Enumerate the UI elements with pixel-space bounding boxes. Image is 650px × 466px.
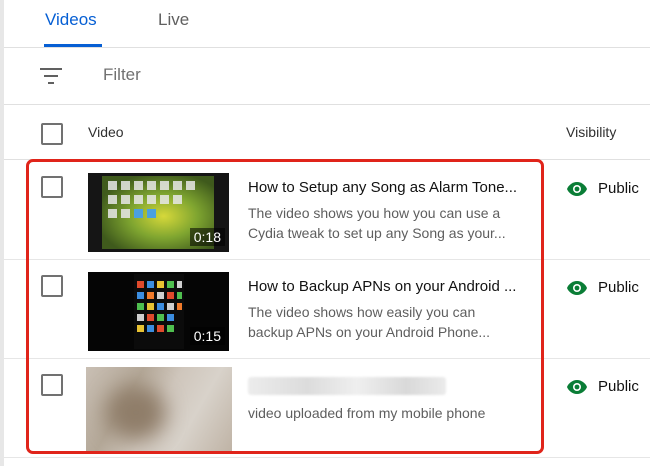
row-divider (4, 457, 650, 458)
visibility-label: Public (598, 180, 639, 197)
visibility-label: Public (598, 279, 639, 296)
video-duration: 0:15 (189, 327, 225, 345)
video-thumbnail[interactable]: 0:15 (88, 272, 229, 351)
video-thumbnail[interactable]: 0:18 (88, 173, 229, 252)
visibility-status[interactable]: Public (566, 279, 639, 296)
video-description: video uploaded from my mobile phone (248, 405, 486, 421)
filter-list-icon[interactable] (40, 67, 62, 85)
eye-icon (567, 181, 587, 196)
filter-input[interactable]: Filter (103, 65, 141, 85)
video-description: The video shows you how you can use a Cy… (248, 205, 506, 241)
tab-videos[interactable]: Videos (45, 10, 97, 30)
select-all-checkbox[interactable] (41, 123, 63, 145)
table-header: Video Visibility (4, 105, 650, 160)
visibility-status[interactable]: Public (566, 180, 639, 197)
table-row: 0:18 How to Setup any Song as Alarm Tone… (4, 160, 650, 259)
video-thumbnail[interactable] (86, 367, 232, 452)
eye-icon (567, 280, 587, 295)
filter-bar: Filter (4, 48, 650, 105)
row-checkbox[interactable] (41, 275, 63, 297)
table-row: 0:15 How to Backup APNs on your Android … (4, 259, 650, 358)
row-checkbox[interactable] (41, 374, 63, 396)
video-description: The video shows how easily you can backu… (248, 304, 491, 340)
video-title-blurred[interactable] (248, 377, 446, 395)
eye-icon (567, 379, 587, 394)
tab-live[interactable]: Live (158, 10, 189, 30)
table-row: video uploaded from my mobile phone Publ… (4, 358, 650, 457)
column-header-video[interactable]: Video (88, 124, 124, 140)
column-header-visibility[interactable]: Visibility (566, 124, 616, 140)
tab-bar: Videos Live (4, 0, 650, 48)
visibility-status[interactable]: Public (566, 378, 639, 395)
video-title[interactable]: How to Setup any Song as Alarm Tone... (248, 179, 526, 196)
blurred-thumbnail-shape (106, 385, 166, 440)
video-title[interactable]: How to Backup APNs on your Android ... (248, 278, 526, 295)
visibility-label: Public (598, 378, 639, 395)
active-tab-indicator (44, 44, 102, 47)
video-duration: 0:18 (189, 228, 225, 246)
row-checkbox[interactable] (41, 176, 63, 198)
